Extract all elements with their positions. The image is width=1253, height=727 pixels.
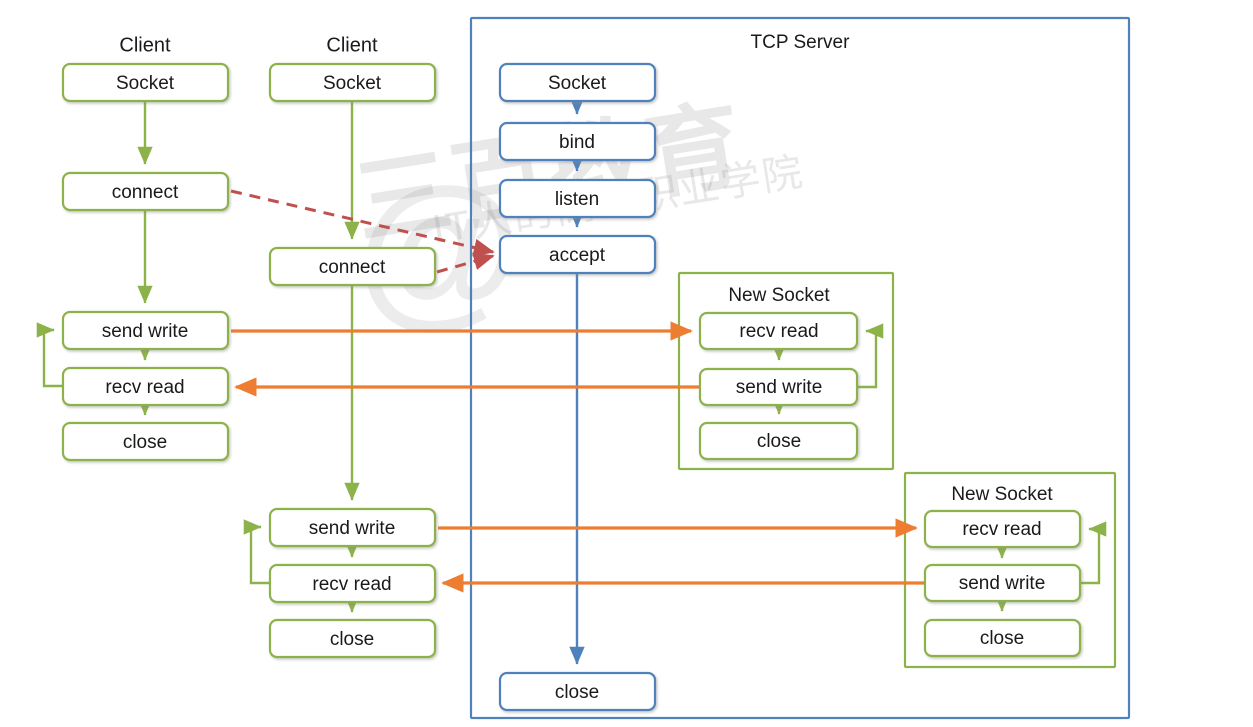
node-ns1-send-write-label: send write [736, 377, 823, 398]
node-c1-send-write-label: send write [102, 321, 189, 342]
node-s-socket[interactable]: Socket [498, 62, 657, 103]
diagram-canvas: @ 三百教育 IT人的高新职业学院 TCP Server [0, 0, 1253, 727]
node-ns1-close[interactable]: close [698, 421, 859, 461]
edge-c1-connect-to-accept [230, 189, 495, 257]
node-c1-connect[interactable]: connect [61, 171, 230, 212]
node-ns2-send-write[interactable]: send write [923, 563, 1082, 603]
node-c1-recv-read[interactable]: recv read [61, 366, 230, 407]
edge-ns2-loop-send-to-recv [1080, 521, 1107, 585]
node-ns2-send-write-label: send write [959, 573, 1046, 594]
node-ns2-close[interactable]: close [923, 618, 1082, 658]
node-s-listen-label: listen [555, 189, 599, 210]
node-c1-close[interactable]: close [61, 421, 230, 462]
node-c2-recv-read-label: recv read [312, 574, 391, 595]
node-c1-recv-read-label: recv read [105, 377, 184, 398]
node-c2-socket[interactable]: Socket [268, 62, 437, 103]
node-s-listen[interactable]: listen [498, 178, 657, 219]
node-c2-connect[interactable]: connect [268, 246, 437, 287]
edge-ns1-loop-send-to-recv [857, 323, 884, 389]
node-ns2-recv-read-label: recv read [962, 519, 1041, 540]
node-s-bind[interactable]: bind [498, 121, 657, 162]
node-c1-socket[interactable]: Socket [61, 62, 230, 103]
node-ns1-recv-read[interactable]: recv read [698, 311, 859, 351]
edge-c2-connect-to-accept [436, 252, 495, 274]
node-s-bind-label: bind [559, 132, 595, 153]
node-s-accept[interactable]: accept [498, 234, 657, 275]
edge-c2-loop-recv-to-send [243, 519, 270, 585]
node-c1-socket-label: Socket [116, 73, 175, 94]
node-c2-send-write-label: send write [309, 518, 396, 539]
client-1-title: Client [119, 34, 171, 56]
node-c2-close[interactable]: close [268, 618, 437, 659]
node-c2-send-write[interactable]: send write [268, 507, 437, 548]
tcp-server-label: TCP Server [751, 32, 851, 53]
tcp-socket-flow-diagram: TCP Server New Socket New Socket Client … [36, 16, 1131, 720]
node-s-accept-label: accept [549, 245, 606, 266]
node-ns1-send-write[interactable]: send write [698, 367, 859, 407]
node-s-close-label: close [555, 682, 599, 703]
new-socket-2-label: New Socket [951, 484, 1053, 505]
node-c2-close-label: close [330, 629, 374, 650]
node-ns2-recv-read[interactable]: recv read [923, 509, 1082, 549]
new-socket-2-nodes: recv read send write close [923, 509, 1082, 658]
node-ns2-close-label: close [980, 628, 1024, 649]
node-s-close[interactable]: close [498, 671, 657, 712]
node-ns1-recv-read-label: recv read [739, 321, 818, 342]
node-c1-connect-label: connect [112, 182, 179, 203]
edge-c1-loop-recv-to-send [36, 322, 63, 388]
new-socket-1-label: New Socket [728, 285, 830, 306]
node-c1-close-label: close [123, 432, 167, 453]
node-c1-send-write[interactable]: send write [61, 310, 230, 351]
node-c2-connect-label: connect [319, 257, 386, 278]
node-ns1-close-label: close [757, 431, 801, 452]
node-s-socket-label: Socket [548, 73, 607, 94]
new-socket-1-nodes: recv read send write close [698, 311, 859, 461]
node-c2-socket-label: Socket [323, 73, 382, 94]
client-2-title: Client [326, 34, 378, 56]
node-c2-recv-read[interactable]: recv read [268, 563, 437, 604]
